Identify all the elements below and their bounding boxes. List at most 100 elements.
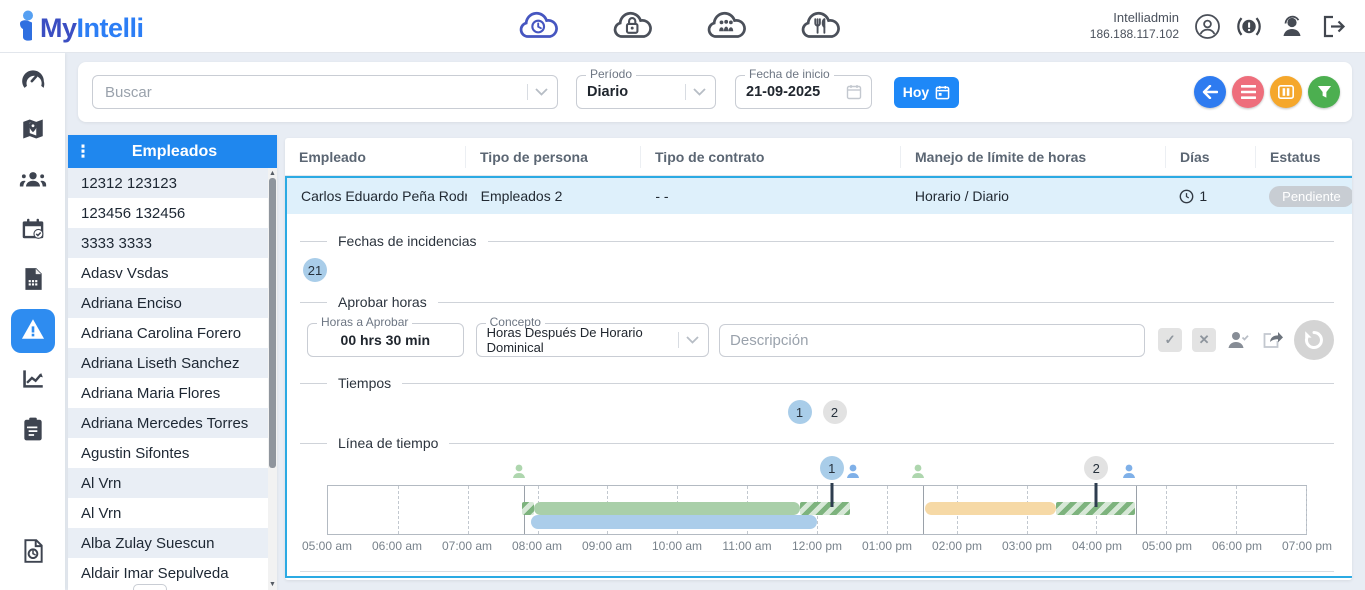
- timeline-tick-label: 08:00 am: [512, 539, 562, 553]
- table-header: Empleado Tipo de persona Tipo de contrat…: [285, 138, 1352, 176]
- column-view-button[interactable]: [1270, 76, 1302, 108]
- employees-panel-header: ⋮ Empleados: [68, 135, 277, 168]
- selected-row-block: Carlos Eduardo Peña Rodrigu... Empleados…: [285, 176, 1352, 578]
- timeline-tick-label: 09:00 am: [582, 539, 632, 553]
- timeline-tick-label: 01:00 pm: [862, 539, 912, 553]
- cloud-people-icon[interactable]: [703, 9, 749, 43]
- timeline-bar-blue[interactable]: [531, 515, 817, 529]
- app-logo[interactable]: MyIntelli: [0, 10, 144, 42]
- employee-list-item[interactable]: 12312 123123: [68, 168, 277, 198]
- people-icon: [19, 166, 47, 197]
- cloud-dining-icon[interactable]: [797, 9, 843, 43]
- employee-list-item[interactable]: Aldair Imar Sepulveda: [68, 558, 277, 588]
- hours-to-approve-field[interactable]: Horas a Aprobar 00 hrs 30 min: [307, 323, 464, 357]
- list-footer-button[interactable]: [133, 584, 167, 590]
- employee-list-item[interactable]: Adriana Liseth Sanchez: [68, 348, 277, 378]
- col-tipo-persona[interactable]: Tipo de persona: [465, 146, 640, 168]
- timeline-bar-green-hatch[interactable]: [800, 502, 850, 515]
- incident-day-chip[interactable]: 21: [303, 258, 327, 282]
- timeline-tick-label: 06:00 pm: [1212, 539, 1262, 553]
- profile-icon[interactable]: [1193, 12, 1221, 40]
- person-marker-icon-green[interactable]: [911, 464, 925, 484]
- reject-x-button[interactable]: ✕: [1192, 328, 1216, 352]
- employee-list-item[interactable]: Adriana Mercedes Torres: [68, 408, 277, 438]
- approve-check-button[interactable]: ✓: [1158, 328, 1182, 352]
- undo-button[interactable]: [1294, 320, 1334, 360]
- list-view-button[interactable]: [1232, 76, 1264, 108]
- calendar-icon[interactable]: [846, 84, 862, 100]
- cloud-time-icon[interactable]: [515, 9, 561, 43]
- employee-list-item[interactable]: 123456 132456: [68, 198, 277, 228]
- status-badge: Pendiente: [1269, 186, 1352, 207]
- section-incident-dates: Fechas de incidencias: [300, 233, 1334, 249]
- timeline-bar-orange[interactable]: [925, 502, 1056, 515]
- person-marker-icon-blue[interactable]: [846, 464, 860, 484]
- chevron-down-icon[interactable]: [686, 336, 699, 344]
- cloud-security-icon[interactable]: [609, 9, 655, 43]
- time-chip-1[interactable]: 1: [788, 400, 812, 424]
- scrollbar-thumb[interactable]: [269, 178, 276, 468]
- col-estatus[interactable]: Estatus: [1255, 146, 1352, 168]
- person-marker-icon-green[interactable]: [512, 464, 526, 484]
- employee-list-item[interactable]: Al Vrn: [68, 468, 277, 498]
- start-date-field[interactable]: Fecha de inicio 21-09-2025: [735, 75, 872, 109]
- employee-list-item[interactable]: Adriana Carolina Forero: [68, 318, 277, 348]
- sidebar-item-map[interactable]: [11, 109, 55, 153]
- timeline-bar-green-hatch[interactable]: [522, 502, 534, 515]
- employee-list-item[interactable]: Alba Zulay Suescun: [68, 528, 277, 558]
- alerts-icon[interactable]: [1235, 12, 1263, 40]
- person-check-icon[interactable]: [1226, 328, 1250, 352]
- concept-select[interactable]: Concepto Horas Después De Horario Domini…: [476, 323, 709, 357]
- col-tipo-contrato[interactable]: Tipo de contrato: [640, 146, 900, 168]
- col-dias[interactable]: Días: [1165, 146, 1255, 168]
- timeline-tick-label: 07:00 am: [442, 539, 492, 553]
- cell-tipo-persona: Empleados 2: [467, 188, 642, 204]
- time-chips: 1 2: [300, 400, 1334, 424]
- share-forward-icon[interactable]: [1260, 328, 1284, 352]
- timeline-bar-green[interactable]: [534, 502, 799, 515]
- sidebar-item-export[interactable]: [11, 531, 55, 575]
- sidebar-item-analytics[interactable]: [11, 359, 55, 403]
- timeline-plot[interactable]: [327, 485, 1307, 535]
- logo-text-intelli: Intelli: [77, 13, 144, 43]
- timeline-marker-stem: [1094, 483, 1097, 507]
- employee-list-item[interactable]: Adriana Enciso: [68, 288, 277, 318]
- scroll-down-icon[interactable]: ▼: [268, 581, 277, 588]
- start-date-label: Fecha de inicio: [745, 68, 834, 80]
- period-select[interactable]: Período Diario: [576, 75, 716, 109]
- support-icon[interactable]: [1277, 12, 1305, 40]
- today-button[interactable]: Hoy: [894, 77, 959, 108]
- timeline-number-marker-1[interactable]: 1: [820, 456, 844, 480]
- employee-list-item[interactable]: Al Vrn: [68, 498, 277, 528]
- employee-list-item[interactable]: Adriana Maria Flores: [68, 378, 277, 408]
- time-chip-2[interactable]: 2: [823, 400, 847, 424]
- logo-person-icon: [16, 10, 38, 42]
- sidebar-item-reports[interactable]: [11, 259, 55, 303]
- timeline-number-marker-2[interactable]: 2: [1084, 456, 1108, 480]
- col-manejo-limite[interactable]: Manejo de límite de horas: [900, 146, 1165, 168]
- scroll-up-icon[interactable]: ▲: [268, 170, 277, 177]
- sidebar-item-dashboard[interactable]: [11, 59, 55, 103]
- table-row[interactable]: Carlos Eduardo Peña Rodrigu... Empleados…: [287, 176, 1352, 214]
- panel-menu-icon[interactable]: ⋮: [68, 142, 98, 162]
- sidebar-item-schedule[interactable]: [11, 209, 55, 253]
- chevron-down-icon[interactable]: [535, 88, 548, 96]
- search-input[interactable]: Buscar: [92, 75, 558, 109]
- back-button[interactable]: [1194, 76, 1226, 108]
- employee-list-item[interactable]: Adasv Vsdas: [68, 258, 277, 288]
- timeline-boundary-line: [923, 486, 924, 534]
- employee-list-item[interactable]: 3333 3333: [68, 228, 277, 258]
- logout-icon[interactable]: [1319, 12, 1347, 40]
- employees-scrollbar[interactable]: ▲ ▼: [268, 168, 277, 590]
- filter-button[interactable]: [1308, 76, 1340, 108]
- sidebar-item-tasks[interactable]: [11, 409, 55, 453]
- employee-list-item[interactable]: Agustin Sifontes: [68, 438, 277, 468]
- sidebar-item-people[interactable]: [11, 159, 55, 203]
- period-label: Período: [586, 68, 636, 80]
- description-input[interactable]: [719, 324, 1145, 357]
- chevron-down-icon[interactable]: [693, 88, 706, 96]
- person-marker-icon-blue[interactable]: [1122, 464, 1136, 484]
- module-nav: [515, 9, 843, 43]
- sidebar-item-incidents[interactable]: [11, 309, 55, 353]
- col-empleado[interactable]: Empleado: [285, 146, 465, 168]
